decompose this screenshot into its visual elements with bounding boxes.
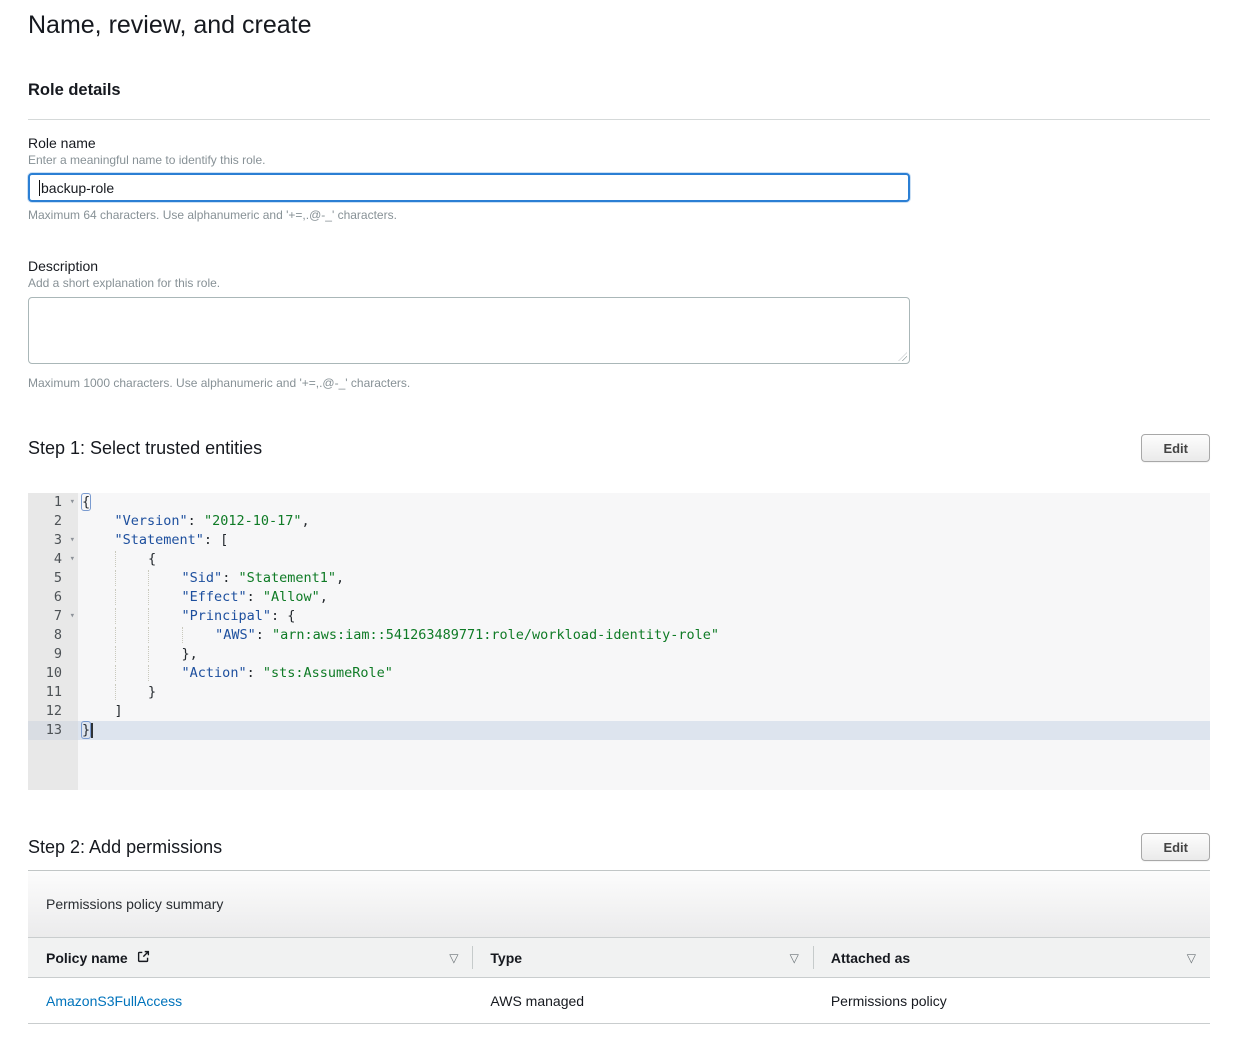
permissions-panel-title: Permissions policy summary bbox=[28, 871, 1210, 937]
column-header-policy-name: Policy name ▽ bbox=[28, 938, 472, 978]
role-details-heading: Role details bbox=[28, 80, 1210, 100]
name-review-create-page: Name, review, and create Role details Ro… bbox=[0, 0, 1242, 1024]
description-constraint: Maximum 1000 characters. Use alphanumeri… bbox=[28, 376, 1210, 391]
code-line[interactable]: 13} bbox=[28, 721, 1210, 740]
code-line[interactable]: 1▾{ bbox=[28, 493, 1210, 512]
code-line-content: "Statement": [ bbox=[78, 531, 1210, 550]
line-number: 9 bbox=[28, 645, 78, 664]
step2-heading: Step 2: Add permissions bbox=[28, 837, 222, 858]
filter-dropdown-icon[interactable]: ▽ bbox=[449, 952, 458, 964]
column-header-attached-as: Attached as ▽ bbox=[813, 938, 1210, 978]
filter-dropdown-icon[interactable]: ▽ bbox=[790, 952, 799, 964]
column-label: Policy name bbox=[46, 950, 128, 966]
code-line-content: "Version": "2012-10-17", bbox=[78, 512, 1210, 531]
resize-handle-icon[interactable] bbox=[898, 352, 907, 361]
table-row: AmazonS3FullAccess AWS managedPermissions… bbox=[28, 978, 1210, 1024]
line-number: 10 bbox=[28, 664, 78, 683]
line-number: 5 bbox=[28, 569, 78, 588]
line-number: 13 bbox=[28, 721, 78, 740]
code-line[interactable]: 7▾ "Principal": { bbox=[28, 607, 1210, 626]
line-number: 7▾ bbox=[28, 607, 78, 626]
editor-caret bbox=[91, 723, 93, 738]
column-label: Attached as bbox=[831, 950, 910, 966]
line-number: 11 bbox=[28, 683, 78, 702]
permissions-table: Policy name ▽ Type ▽ bbox=[28, 937, 1210, 1024]
code-line-content: "AWS": "arn:aws:iam::541263489771:role/w… bbox=[78, 626, 1210, 645]
code-line[interactable]: 5 "Sid": "Statement1", bbox=[28, 569, 1210, 588]
code-line[interactable]: 8 "AWS": "arn:aws:iam::541263489771:role… bbox=[28, 626, 1210, 645]
code-line-content: "Sid": "Statement1", bbox=[78, 569, 1210, 588]
code-fold-icon[interactable]: ▾ bbox=[70, 607, 75, 626]
code-line-content: { bbox=[78, 550, 1210, 569]
code-line-content: ] bbox=[78, 702, 1210, 721]
code-line[interactable]: 2 "Version": "2012-10-17", bbox=[28, 512, 1210, 531]
line-number: 1▾ bbox=[28, 493, 78, 512]
line-number: 12 bbox=[28, 702, 78, 721]
step2-edit-button[interactable]: Edit bbox=[1141, 833, 1210, 861]
role-name-value: backup-role bbox=[41, 180, 114, 196]
line-number: 3▾ bbox=[28, 531, 78, 550]
role-name-constraint: Maximum 64 characters. Use alphanumeric … bbox=[28, 208, 1210, 223]
code-line-content: "Effect": "Allow", bbox=[78, 588, 1210, 607]
role-name-hint: Enter a meaningful name to identify this… bbox=[28, 153, 1210, 168]
code-fold-icon[interactable]: ▾ bbox=[70, 531, 75, 550]
filter-dropdown-icon[interactable]: ▽ bbox=[1187, 952, 1196, 964]
code-line[interactable]: 6 "Effect": "Allow", bbox=[28, 588, 1210, 607]
step1-heading: Step 1: Select trusted entities bbox=[28, 438, 262, 459]
line-number: 6 bbox=[28, 588, 78, 607]
code-fold-icon[interactable]: ▾ bbox=[70, 550, 75, 569]
external-link-icon bbox=[137, 950, 150, 966]
step1-edit-button[interactable]: Edit bbox=[1141, 434, 1210, 462]
code-line-content: { bbox=[78, 493, 1210, 512]
permissions-summary-panel: Permissions policy summary Policy name bbox=[28, 870, 1210, 1024]
role-name-input[interactable]: backup-role bbox=[28, 173, 910, 202]
code-line-content: } bbox=[78, 683, 1210, 702]
code-line-content: "Action": "sts:AssumeRole" bbox=[78, 664, 1210, 683]
divider bbox=[28, 119, 1210, 120]
description-textarea[interactable] bbox=[28, 297, 910, 364]
description-hint: Add a short explanation for this role. bbox=[28, 276, 1210, 291]
column-header-type: Type ▽ bbox=[472, 938, 812, 978]
policy-name-link[interactable]: AmazonS3FullAccess bbox=[46, 993, 182, 1009]
code-line[interactable]: 12 ] bbox=[28, 702, 1210, 721]
line-number: 4▾ bbox=[28, 550, 78, 569]
policy-type-cell: AWS managed bbox=[472, 978, 812, 1024]
page-title: Name, review, and create bbox=[28, 10, 1210, 40]
code-line[interactable]: 11 } bbox=[28, 683, 1210, 702]
line-number: 8 bbox=[28, 626, 78, 645]
code-line-content: }, bbox=[78, 645, 1210, 664]
line-number: 2 bbox=[28, 512, 78, 531]
trust-policy-json-editor[interactable]: 1▾{2 "Version": "2012-10-17",3▾ "Stateme… bbox=[28, 493, 1210, 790]
code-line[interactable]: 4▾ { bbox=[28, 550, 1210, 569]
column-label: Type bbox=[490, 950, 522, 966]
code-line-content: } bbox=[78, 721, 1210, 740]
code-fold-icon[interactable]: ▾ bbox=[70, 493, 75, 512]
text-caret bbox=[39, 180, 40, 196]
description-label: Description bbox=[28, 258, 1210, 275]
table-header-row: Policy name ▽ Type ▽ bbox=[28, 938, 1210, 978]
code-line[interactable]: 9 }, bbox=[28, 645, 1210, 664]
code-line[interactable]: 10 "Action": "sts:AssumeRole" bbox=[28, 664, 1210, 683]
attached-as-cell: Permissions policy bbox=[813, 978, 1210, 1024]
code-line-content: "Principal": { bbox=[78, 607, 1210, 626]
role-name-label: Role name bbox=[28, 135, 1210, 152]
code-line[interactable]: 3▾ "Statement": [ bbox=[28, 531, 1210, 550]
